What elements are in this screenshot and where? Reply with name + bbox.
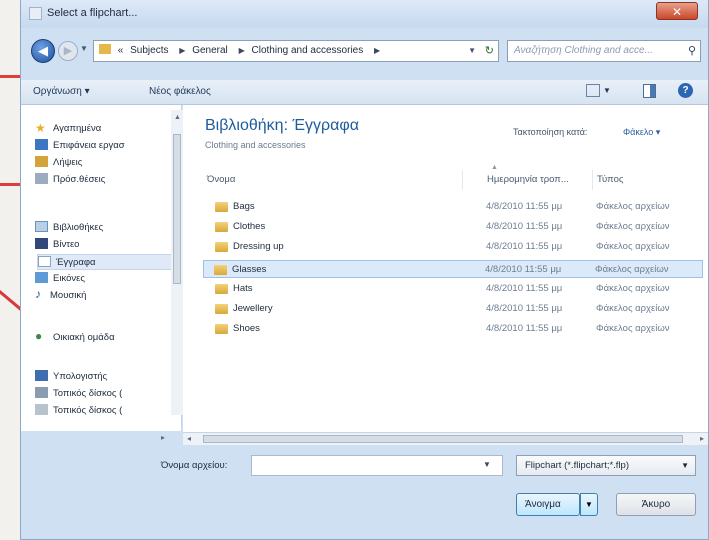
close-button[interactable]: ✕ (656, 2, 698, 20)
breadcrumb-subjects[interactable]: Subjects (130, 45, 168, 56)
file-row-selected[interactable]: Glasses 4/8/2010 11:55 μμ Φάκελος αρχείων (203, 260, 703, 278)
folder-icon (214, 265, 227, 275)
sidebar-item-local-disk-d[interactable]: Τοπικός δίσκος ( (35, 403, 122, 419)
address-dropdown-icon[interactable]: ▼ (468, 41, 476, 61)
pictures-icon (35, 272, 48, 283)
column-header-name[interactable]: Όνομα (203, 170, 463, 190)
file-list-pane: Βιβλιοθήκη: Έγγραφα Clothing and accesso… (183, 105, 708, 432)
breadcrumb-clothing[interactable]: Clothing and accessories (252, 45, 364, 56)
search-input[interactable]: Αναζήτηση Clothing and acce... ⚲ (507, 40, 701, 62)
address-bar[interactable]: « Subjects ▶ General ▶ Clothing and acce… (93, 40, 499, 62)
sidebar-item-homegroup[interactable]: ● Οικιακή ομάδα (35, 330, 115, 346)
library-title: Βιβλιοθήκη: Έγγραφα (205, 117, 359, 134)
video-icon (35, 238, 48, 249)
sidebar-item-local-disk-c[interactable]: Τοπικός δίσκος ( (35, 386, 122, 402)
file-dialog-window: Select a flipchart... ✕ ◀ ▶ ▼ « Subjects… (20, 0, 709, 540)
folder-icon (215, 284, 228, 294)
library-subtitle: Clothing and accessories (205, 140, 306, 150)
navigation-bar: ◀ ▶ ▼ « Subjects ▶ General ▶ Clothing an… (21, 36, 708, 66)
back-arrow-icon[interactable]: ◀ (31, 39, 55, 63)
navigation-pane: ★ Αγαπημένα Επιφάνεια εργασ Λήψεις Πρόσ.θ… (21, 105, 182, 431)
sidebar-item-libraries[interactable]: Βιβλιοθήκες (35, 220, 103, 236)
view-dropdown-icon[interactable]: ▼ (603, 86, 611, 95)
history-dropdown-icon[interactable]: ▼ (80, 44, 88, 53)
breadcrumb-separator-icon[interactable]: ▶ (374, 46, 380, 55)
column-header-type[interactable]: Τύπος (593, 170, 703, 190)
organize-button[interactable]: Οργάνωση ▾ (33, 86, 90, 97)
file-row[interactable]: Jewellery 4/8/2010 11:55 μμ Φάκελος αρχείω… (205, 300, 705, 318)
arrange-by-label: Τακτοποίηση κατά: (513, 127, 588, 137)
filename-input[interactable] (251, 455, 503, 476)
forward-arrow-icon[interactable]: ▶ (58, 41, 78, 61)
preview-pane-icon[interactable] (643, 84, 656, 98)
filetype-value: Flipchart (*.flipchart;*.flp) (525, 460, 630, 471)
sidebar-item-favorites[interactable]: ★ Αγαπημένα (35, 121, 101, 137)
nav-scroll-right-icon[interactable]: ▸ (161, 432, 165, 444)
sidebar-item-desktop[interactable]: Επιφάνεια εργασ (35, 138, 125, 154)
filename-history-dropdown-icon[interactable]: ▼ (483, 460, 491, 469)
downloads-icon (35, 156, 48, 167)
open-button[interactable]: Άνοιγμα (516, 493, 580, 516)
documents-icon (38, 256, 51, 267)
column-header-date[interactable]: Ημερομηνία τροπ... (483, 170, 593, 190)
scroll-left-arrow-icon[interactable]: ◂ (187, 433, 191, 445)
libraries-icon (35, 221, 48, 232)
sidebar-item-pictures[interactable]: Εικόνες (35, 271, 85, 287)
breadcrumb-general[interactable]: General (192, 45, 228, 56)
homegroup-icon: ● (35, 329, 43, 343)
file-row[interactable]: Clothes 4/8/2010 11:55 μμ Φάκελος αρχείων (205, 218, 705, 236)
folder-icon (215, 324, 228, 334)
file-row[interactable]: Dressing up 4/8/2010 11:55 μμ Φάκελος αρχε… (205, 238, 705, 256)
scroll-up-arrow-icon[interactable]: ▲ (174, 114, 181, 121)
sidebar-item-computer[interactable]: Υπολογιστής (35, 369, 107, 385)
local-disk-icon (35, 387, 48, 398)
file-row[interactable]: Hats 4/8/2010 11:55 μμ Φάκελος αρχείων (205, 280, 705, 298)
filename-label: Όνομα αρχείου: (161, 460, 228, 471)
title-bar[interactable]: Select a flipchart... ✕ (21, 0, 708, 28)
file-list-horizontal-scrollbar[interactable]: ◂ ▸ (183, 432, 708, 445)
desktop-icon (35, 139, 48, 150)
open-options-dropdown-icon[interactable]: ▼ (580, 493, 598, 516)
file-row[interactable]: Shoes 4/8/2010 11:55 μμ Φάκελος αρχείων (205, 320, 705, 338)
dialog-footer: Όνομα αρχείου: ▼ Flipchart (*.flipchart;… (21, 450, 708, 540)
search-icon[interactable]: ⚲ (688, 41, 696, 61)
breadcrumb-overflow[interactable]: « (118, 45, 124, 56)
sidebar-item-music[interactable]: ♪ Μουσική (35, 288, 86, 304)
recent-places-icon (35, 173, 48, 184)
folder-icon (215, 242, 228, 252)
sidebar-item-videos[interactable]: Βίντεο (35, 237, 79, 253)
search-placeholder: Αναζήτηση Clothing and acce... (514, 45, 653, 56)
cancel-button[interactable]: Άκυρο (616, 493, 696, 516)
refresh-icon[interactable]: ↻ (485, 41, 494, 61)
navigation-scrollbar[interactable]: ▲ (171, 110, 183, 415)
music-icon: ♪ (35, 287, 41, 301)
filetype-select[interactable]: Flipchart (*.flipchart;*.flp) ▼ (516, 455, 696, 476)
command-toolbar: Οργάνωση ▾ Νέος φάκελος ▼ ? (21, 80, 708, 105)
chevron-down-icon: ▼ (681, 461, 689, 470)
arrange-by-dropdown[interactable]: Φάκελο ▾ (623, 127, 660, 138)
folder-icon (215, 222, 228, 232)
window-title: Select a flipchart... (47, 7, 138, 19)
sidebar-item-downloads[interactable]: Λήψεις (35, 155, 82, 171)
star-icon: ★ (35, 121, 46, 135)
breadcrumb-separator-icon[interactable]: ▶ (239, 46, 245, 55)
scroll-right-arrow-icon[interactable]: ▸ (700, 433, 704, 445)
computer-icon (35, 370, 48, 381)
file-row[interactable]: Bags 4/8/2010 11:55 μμ Φάκελος αρχείων (205, 198, 705, 216)
local-disk-icon (35, 404, 48, 415)
new-folder-button[interactable]: Νέος φάκελος (149, 86, 211, 97)
folder-icon (215, 304, 228, 314)
scrollbar-thumb[interactable] (203, 435, 683, 443)
sidebar-item-documents[interactable]: Έγγραφα (37, 254, 177, 270)
help-icon[interactable]: ? (678, 83, 693, 98)
breadcrumb-separator-icon[interactable]: ▶ (179, 46, 185, 55)
window-icon (29, 7, 42, 20)
scrollbar-thumb[interactable] (173, 134, 181, 284)
folder-icon (215, 202, 228, 212)
folder-icon (99, 44, 111, 54)
change-view-icon[interactable] (586, 84, 600, 97)
sidebar-item-recent-places[interactable]: Πρόσ.θέσεις (35, 172, 105, 188)
